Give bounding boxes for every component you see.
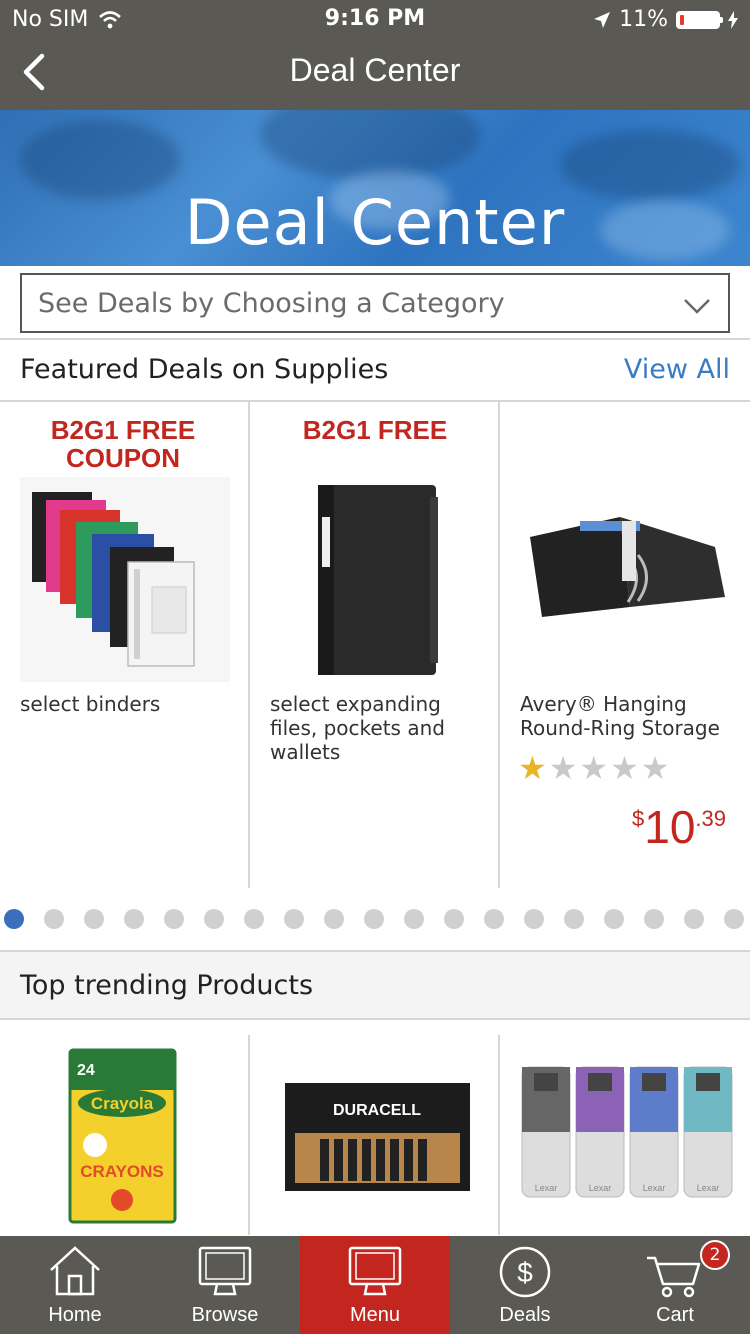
tab-home[interactable]: Home [0,1236,150,1334]
star-filled-icon: ★ [518,749,547,787]
tab-label: Browse [191,1304,259,1326]
crayons-image: 24 Crayola CRAYONS [68,1048,177,1224]
nav-bar: Deal Center [0,40,750,110]
usb-brand: Lexar [697,1183,720,1193]
price-whole: 10 [644,801,696,853]
deal-badge: B2G1 FREE COUPON [50,415,196,473]
crayons-count: 24 [77,1062,95,1079]
battery-percent: 11% [619,7,668,32]
pager-dot[interactable] [44,909,64,929]
crayons-product: CRAYONS [80,1162,163,1181]
trending-header: Top trending Products [0,950,750,1020]
tab-bar: Home Browse Menu $ Deals 2 Cart [0,1236,750,1334]
monitor-icon [348,1246,402,1296]
category-select-value: See Deals by Choosing a Category [38,288,505,319]
deal-badge: B2G1 FREE [302,415,448,445]
chevron-down-icon [684,299,710,314]
tab-label: Home [48,1304,102,1326]
dollar-circle-icon: $ [499,1246,551,1298]
usb-brand: Lexar [535,1183,558,1193]
pager-dot[interactable] [724,909,744,929]
pager-dot[interactable] [204,909,224,929]
trending-row[interactable]: 24 Crayola CRAYONS DURACELL Lexar Lexar … [0,1035,750,1235]
price-currency: $ [631,806,645,831]
product-card[interactable]: Avery® Hanging Round-Ring Storage ★ ★ ★ ★ ★ … [498,402,748,888]
svg-text:$: $ [517,1257,533,1288]
pager-dot[interactable] [444,909,464,929]
hero-title: Deal Center [184,186,566,259]
rating-stars: ★ ★ ★ ★ ★ [518,752,669,784]
usb-brand: Lexar [589,1183,612,1193]
tab-label: Cart [656,1304,694,1326]
crayons-brand: Crayola [91,1094,154,1113]
trending-item[interactable]: DURACELL [248,1035,498,1235]
battery-level [680,14,684,25]
featured-carousel[interactable]: B2G1 FREE COUPON select binders B2G1 FREE [0,402,750,890]
tab-cart[interactable]: 2 Cart [600,1236,750,1334]
price-cents: .39 [695,806,726,831]
hanging-binder-image [530,517,725,617]
charging-bolt-icon [728,10,738,29]
home-icon [50,1246,100,1296]
tab-browse[interactable]: Browse [150,1236,300,1334]
tab-menu[interactable]: Menu [300,1236,450,1334]
pager-dot[interactable] [244,909,264,929]
view-all-link[interactable]: View All [624,354,730,385]
pager-dot[interactable] [644,909,664,929]
monitor-icon [198,1246,252,1296]
cart-count-badge: 2 [700,1240,730,1270]
pager-dot[interactable] [124,909,144,929]
category-select[interactable]: See Deals by Choosing a Category [20,273,730,333]
trending-item[interactable]: Lexar Lexar Lexar Lexar [498,1035,748,1235]
featured-header: Featured Deals on Supplies View All [0,340,750,402]
pager-dot[interactable] [484,909,504,929]
usb-brand: Lexar [643,1183,666,1193]
star-empty-icon: ★ [548,749,578,787]
pager-dot[interactable] [684,909,704,929]
tab-label: Menu [349,1304,401,1326]
hero-banner: Deal Center [0,110,750,266]
product-title: Avery® Hanging Round-Ring Storage [520,692,720,740]
pager-dot[interactable] [284,909,304,929]
tab-deals[interactable]: $ Deals [450,1236,600,1334]
nav-title: Deal Center [289,52,461,88]
pager-dot[interactable] [4,909,24,929]
binders-image [20,477,230,682]
tab-label: Deals [499,1304,551,1326]
location-arrow-icon [594,11,611,28]
star-empty-icon: ★ [610,749,639,787]
black-binder-image [318,485,438,675]
product-price: $10.39 [632,800,726,854]
status-bar: No SIM 9:16 PM 11% [0,0,750,40]
deal-description: select expanding files, pockets and wall… [270,692,445,764]
pager-dot[interactable] [164,909,184,929]
deal-card[interactable]: B2G1 FREE COUPON select binders [0,402,250,888]
pager-dot[interactable] [404,909,424,929]
pager-dot[interactable] [524,909,544,929]
trending-title: Top trending Products [20,970,314,1001]
pager-dot[interactable] [564,909,584,929]
star-empty-icon: ★ [579,749,609,787]
featured-title: Featured Deals on Supplies [20,354,389,385]
pager-dot[interactable] [84,909,104,929]
trending-item[interactable]: 24 Crayola CRAYONS [0,1035,250,1235]
cart-icon [647,1256,701,1298]
battery-icon [676,10,723,29]
usb-drives-image: Lexar Lexar Lexar Lexar [521,1066,733,1198]
batteries-image: DURACELL [285,1083,470,1191]
star-empty-icon: ★ [640,749,670,787]
status-right: 11% [593,7,738,32]
deal-card[interactable]: B2G1 FREE select expanding files, pocket… [248,402,498,888]
pager-dot[interactable] [324,909,344,929]
pager-dot[interactable] [364,909,384,929]
batteries-brand: DURACELL [333,1102,421,1119]
pager-dot[interactable] [604,909,624,929]
deal-description: select binders [20,692,161,716]
carousel-pager[interactable] [4,909,744,929]
